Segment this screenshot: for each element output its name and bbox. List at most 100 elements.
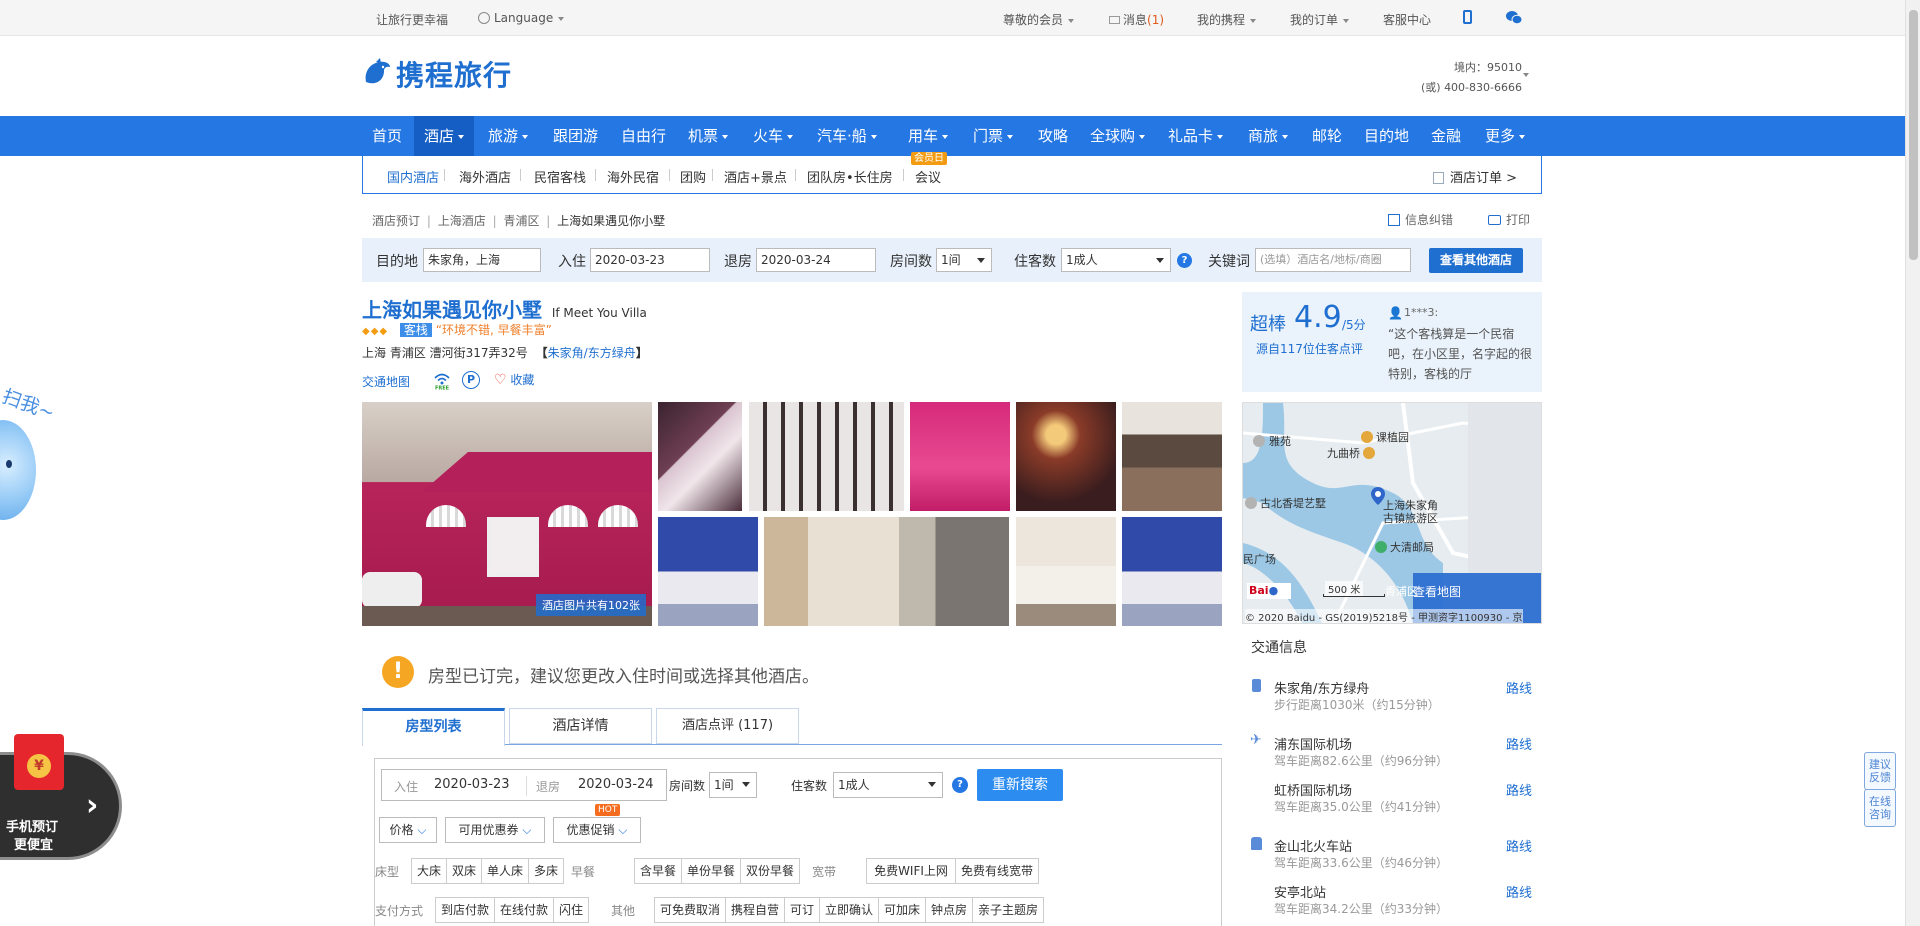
filter-tag[interactable]: 单人床 (481, 858, 529, 884)
scan-me-text[interactable]: 扫我~ (0, 382, 59, 426)
breadcrumb-item[interactable]: 酒店预订 (372, 214, 420, 228)
hotel-photo[interactable] (764, 517, 1009, 626)
guests-select[interactable]: 1成人 (1061, 248, 1171, 272)
promotion-filter[interactable]: 优惠促销 ⌵ (553, 817, 641, 843)
chevron-down-icon[interactable] (1523, 73, 1529, 77)
subnav-meeting[interactable]: 会议 (915, 167, 941, 186)
mobile-booking-promo[interactable]: ¥ 手机预订 更便宜 › (0, 734, 124, 866)
print-link[interactable]: 打印 (1488, 211, 1530, 228)
filter-tag[interactable]: 亲子主题房 (972, 897, 1044, 923)
subnav-inn[interactable]: 民宿客栈 (534, 167, 586, 186)
nav-train[interactable]: 火车 (753, 116, 794, 156)
nav-guides[interactable]: 攻略 (1038, 116, 1068, 156)
my-orders-menu[interactable]: 我的订单 (1290, 11, 1350, 28)
breadcrumb-item[interactable]: 上海酒店 (438, 214, 486, 228)
nav-hotel[interactable]: 酒店 (414, 116, 475, 156)
filter-tag[interactable]: 携程自营 (725, 897, 785, 923)
hotel-landmark-link[interactable]: 朱家角/东方绿舟 (548, 346, 636, 360)
hotel-orders-link[interactable]: 酒店订单 > (1433, 167, 1517, 186)
filter-tag[interactable]: 单份早餐 (681, 858, 741, 884)
feedback-button[interactable]: 建议反馈 (1864, 752, 1896, 790)
filter-tag[interactable]: 双床 (446, 858, 482, 884)
rooms-select[interactable]: 1间 (936, 248, 992, 272)
nav-gift-card[interactable]: 礼品卡 (1168, 116, 1224, 156)
photo-count-badge[interactable]: 酒店图片共有102张 (536, 594, 646, 616)
nav-destination[interactable]: 目的地 (1364, 116, 1409, 156)
nav-free-travel[interactable]: 自由行 (621, 116, 666, 156)
review-source-link[interactable]: 源自117位住客点评 (1256, 340, 1363, 357)
hotel-photo[interactable] (1016, 402, 1116, 511)
filter-tag[interactable]: 闪住 (553, 897, 589, 923)
mobile-icon[interactable] (1463, 10, 1472, 24)
route-link[interactable]: 路线 (1506, 780, 1532, 799)
ctrip-logo[interactable]: 携程旅行 (362, 56, 512, 92)
view-map-button[interactable]: 查看地图 (1413, 583, 1461, 600)
nav-group-tour[interactable]: 跟团游 (553, 116, 598, 156)
help-icon[interactable]: ? (952, 777, 968, 793)
nav-business[interactable]: 商旅 (1248, 116, 1289, 156)
route-link[interactable]: 路线 (1506, 836, 1532, 855)
nav-cruise[interactable]: 邮轮 (1312, 116, 1342, 156)
online-consult-button[interactable]: 在线咨询 (1864, 789, 1896, 827)
nav-finance[interactable]: 金融 (1431, 116, 1461, 156)
filter-tag[interactable]: 在线付款 (494, 897, 554, 923)
hotel-photo[interactable] (658, 402, 742, 511)
filter-tag[interactable]: 可加床 (878, 897, 926, 923)
route-link[interactable]: 路线 (1506, 678, 1532, 697)
nav-global-shop[interactable]: 全球购 (1090, 116, 1146, 156)
member-menu[interactable]: 尊敬的会员 (1003, 11, 1075, 28)
subnav-overseas-homestay[interactable]: 海外民宿 (607, 167, 659, 186)
subnav-hotel-plus-attraction[interactable]: 酒店+景点 (724, 167, 787, 186)
hotel-photo[interactable] (910, 402, 1010, 511)
page-scrollbar[interactable] (1905, 0, 1920, 926)
filter-tag[interactable]: 免费WIFI上网 (866, 858, 956, 884)
tab-room-list[interactable]: 房型列表 (362, 708, 505, 746)
coupon-filter[interactable]: 可用优惠券 ⌵ (445, 817, 545, 843)
checkin-input[interactable]: 2020-03-23 (590, 248, 710, 272)
hotel-main-photo[interactable]: 酒店图片共有102张 (362, 402, 652, 626)
my-ctrip-menu[interactable]: 我的携程 (1197, 11, 1257, 28)
hotel-photo[interactable] (749, 402, 904, 511)
nav-car[interactable]: 用车 (908, 116, 949, 156)
checkout-value[interactable]: 2020-03-24 (578, 777, 654, 792)
subnav-overseas-hotel[interactable]: 海外酒店 (459, 167, 511, 186)
filter-tag[interactable]: 大床 (411, 858, 447, 884)
filter-tag[interactable]: 到店付款 (435, 897, 495, 923)
wechat-icon[interactable] (1506, 11, 1523, 25)
nav-home[interactable]: 首页 (372, 116, 402, 156)
subnav-domestic-hotel[interactable]: 国内酒店 (387, 167, 439, 186)
language-selector[interactable]: Language (478, 11, 565, 25)
hotel-photo[interactable] (658, 517, 758, 626)
subnav-group-long-stay[interactable]: 团队房•长住房 (807, 167, 893, 186)
hotel-photo[interactable] (1016, 517, 1116, 626)
traffic-map-link[interactable]: 交通地图 (362, 373, 410, 390)
nav-tickets[interactable]: 门票 (973, 116, 1014, 156)
nav-bus-ship[interactable]: 汽车·船 (817, 116, 877, 156)
filter-tag[interactable]: 免费有线宽带 (955, 858, 1039, 884)
scrollbar-thumb[interactable] (1909, 10, 1918, 260)
route-link[interactable]: 路线 (1506, 734, 1532, 753)
guests-select[interactable]: 1成人 (833, 772, 943, 798)
keyword-input[interactable]: (选填）酒店名/地标/商圈 (1255, 248, 1411, 272)
favorite-button[interactable]: ♡ 收藏 (494, 371, 534, 388)
service-center-link[interactable]: 客服中心 (1383, 11, 1431, 28)
nav-more[interactable]: 更多 (1485, 116, 1526, 156)
mascot-icon[interactable] (0, 420, 36, 520)
filter-tag[interactable]: 双份早餐 (740, 858, 800, 884)
subnav-group-buy[interactable]: 团购 (680, 167, 706, 186)
help-icon[interactable]: ? (1177, 253, 1192, 268)
tab-hotel-details[interactable]: 酒店详情 (509, 708, 652, 744)
dest-input[interactable]: 朱家角，上海 (423, 248, 541, 272)
route-link[interactable]: 路线 (1506, 882, 1532, 901)
info-correction-link[interactable]: 信息纠错 (1388, 211, 1453, 228)
rooms-select[interactable]: 1间 (709, 772, 757, 798)
search-other-hotels-button[interactable]: 查看其他酒店 (1429, 248, 1523, 273)
checkin-value[interactable]: 2020-03-23 (434, 777, 510, 792)
price-filter[interactable]: 价格 ⌵ (379, 817, 437, 843)
filter-tag[interactable]: 含早餐 (634, 858, 682, 884)
filter-tag[interactable]: 立即确认 (819, 897, 879, 923)
nav-travel[interactable]: 旅游 (488, 116, 529, 156)
breadcrumb-item[interactable]: 青浦区 (503, 214, 539, 228)
hotel-map[interactable]: 雅苑 九曲桥 课植园 古北香堤艺墅 上海朱家角 古镇旅游区 大清邮局 民广场 青浦… (1242, 402, 1542, 624)
hotel-photo[interactable] (1122, 402, 1222, 511)
